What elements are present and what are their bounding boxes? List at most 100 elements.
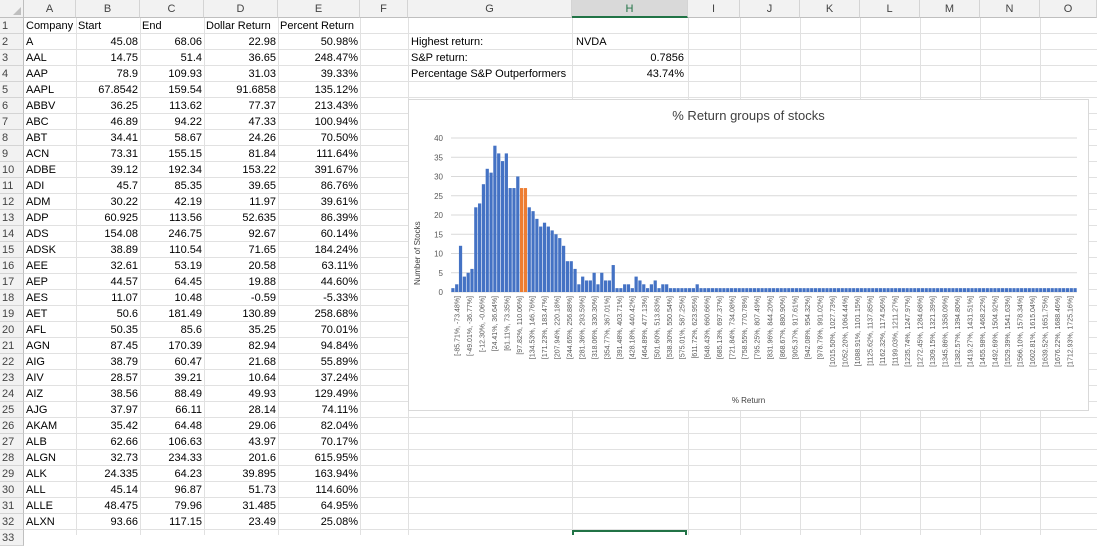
table-cell[interactable]: 36.65 <box>204 50 278 66</box>
outperformers-value[interactable]: 43.74% <box>574 66 686 82</box>
table-cell[interactable]: 130.89 <box>204 306 278 322</box>
table-cell[interactable]: ALGN <box>24 450 76 466</box>
table-cell[interactable]: 47.33 <box>204 114 278 130</box>
table-cell[interactable]: 29.06 <box>204 418 278 434</box>
table-cell[interactable]: 192.34 <box>140 162 204 178</box>
table-cell[interactable]: 34.41 <box>76 130 140 146</box>
table-cell[interactable]: 109.93 <box>140 66 204 82</box>
row-header-6[interactable]: 6 <box>0 98 24 114</box>
table-cell[interactable]: 35.25 <box>204 322 278 338</box>
table-cell[interactable]: 96.87 <box>140 482 204 498</box>
highest-return-label[interactable]: Highest return: <box>409 34 571 50</box>
column-header-f[interactable]: F <box>360 0 408 18</box>
table-cell[interactable]: 129.49% <box>278 386 360 402</box>
row-header-17[interactable]: 17 <box>0 274 24 290</box>
row-header-28[interactable]: 28 <box>0 450 24 466</box>
table-cell[interactable]: AET <box>24 306 76 322</box>
table-cell[interactable]: 62.66 <box>76 434 140 450</box>
table-cell[interactable]: ACN <box>24 146 76 162</box>
table-cell[interactable]: ADSK <box>24 242 76 258</box>
table-cell[interactable]: 64.23 <box>140 466 204 482</box>
row-header-4[interactable]: 4 <box>0 66 24 82</box>
table-cell[interactable]: 36.25 <box>76 98 140 114</box>
table-cell[interactable]: 19.88 <box>204 274 278 290</box>
column-header-l[interactable]: L <box>860 0 920 18</box>
table-cell[interactable]: -0.59 <box>204 290 278 306</box>
header-company[interactable]: Company <box>24 18 76 34</box>
table-cell[interactable]: 74.11% <box>278 402 360 418</box>
table-cell[interactable]: AAL <box>24 50 76 66</box>
table-cell[interactable]: 81.84 <box>204 146 278 162</box>
column-header-d[interactable]: D <box>204 0 278 18</box>
row-header-14[interactable]: 14 <box>0 226 24 242</box>
table-cell[interactable]: 24.26 <box>204 130 278 146</box>
column-header-h[interactable]: H <box>572 0 688 18</box>
table-cell[interactable]: 31.03 <box>204 66 278 82</box>
table-cell[interactable]: 28.57 <box>76 370 140 386</box>
table-cell[interactable]: ALL <box>24 482 76 498</box>
table-cell[interactable]: 39.61% <box>278 194 360 210</box>
table-cell[interactable]: 615.95% <box>278 450 360 466</box>
table-cell[interactable]: 31.485 <box>204 498 278 514</box>
table-cell[interactable]: 159.54 <box>140 82 204 98</box>
table-cell[interactable]: 71.65 <box>204 242 278 258</box>
table-cell[interactable]: ABBV <box>24 98 76 114</box>
row-header-18[interactable]: 18 <box>0 290 24 306</box>
table-cell[interactable]: 51.4 <box>140 50 204 66</box>
table-cell[interactable]: 37.97 <box>76 402 140 418</box>
table-cell[interactable]: 246.75 <box>140 226 204 242</box>
table-cell[interactable]: 68.06 <box>140 34 204 50</box>
row-header-5[interactable]: 5 <box>0 82 24 98</box>
row-header-1[interactable]: 1 <box>0 18 24 34</box>
table-cell[interactable]: 44.60% <box>278 274 360 290</box>
table-cell[interactable]: 110.54 <box>140 242 204 258</box>
header-end[interactable]: End <box>140 18 204 34</box>
table-cell[interactable]: 94.84% <box>278 338 360 354</box>
table-cell[interactable]: 87.45 <box>76 338 140 354</box>
table-cell[interactable]: AIV <box>24 370 76 386</box>
histogram-chart[interactable]: % Return groups of stocks Number of Stoc… <box>408 99 1089 411</box>
table-cell[interactable]: AJG <box>24 402 76 418</box>
table-cell[interactable]: 24.335 <box>76 466 140 482</box>
table-cell[interactable]: 213.43% <box>278 98 360 114</box>
row-header-29[interactable]: 29 <box>0 466 24 482</box>
table-cell[interactable]: 22.98 <box>204 34 278 50</box>
table-cell[interactable]: 39.33% <box>278 66 360 82</box>
table-cell[interactable]: 23.49 <box>204 514 278 530</box>
table-cell[interactable]: AKAM <box>24 418 76 434</box>
table-cell[interactable]: 64.45 <box>140 274 204 290</box>
row-header-19[interactable]: 19 <box>0 306 24 322</box>
column-header-g[interactable]: G <box>408 0 572 18</box>
table-cell[interactable]: 113.62 <box>140 98 204 114</box>
row-header-31[interactable]: 31 <box>0 498 24 514</box>
sp-return-value[interactable]: 0.7856 <box>574 50 686 66</box>
row-header-25[interactable]: 25 <box>0 402 24 418</box>
column-header-a[interactable]: A <box>24 0 76 18</box>
table-cell[interactable]: 135.12% <box>278 82 360 98</box>
table-cell[interactable]: 14.75 <box>76 50 140 66</box>
active-cell-selection[interactable] <box>572 530 687 535</box>
table-cell[interactable]: 51.73 <box>204 482 278 498</box>
table-cell[interactable]: ALB <box>24 434 76 450</box>
column-header-o[interactable]: O <box>1040 0 1097 18</box>
table-cell[interactable]: ABC <box>24 114 76 130</box>
row-header-20[interactable]: 20 <box>0 322 24 338</box>
header-start[interactable]: Start <box>76 18 140 34</box>
table-cell[interactable]: AAPL <box>24 82 76 98</box>
table-cell[interactable]: 78.9 <box>76 66 140 82</box>
table-cell[interactable]: 52.635 <box>204 210 278 226</box>
table-cell[interactable]: ADP <box>24 210 76 226</box>
table-cell[interactable]: 100.94% <box>278 114 360 130</box>
column-header-m[interactable]: M <box>920 0 980 18</box>
table-cell[interactable]: ADI <box>24 178 76 194</box>
table-cell[interactable]: 10.64 <box>204 370 278 386</box>
row-header-10[interactable]: 10 <box>0 162 24 178</box>
column-header-n[interactable]: N <box>980 0 1040 18</box>
table-cell[interactable]: 45.7 <box>76 178 140 194</box>
table-cell[interactable]: AES <box>24 290 76 306</box>
table-cell[interactable]: 21.68 <box>204 354 278 370</box>
table-cell[interactable]: 50.35 <box>76 322 140 338</box>
table-cell[interactable]: 154.08 <box>76 226 140 242</box>
table-cell[interactable]: 38.79 <box>76 354 140 370</box>
row-header-22[interactable]: 22 <box>0 354 24 370</box>
